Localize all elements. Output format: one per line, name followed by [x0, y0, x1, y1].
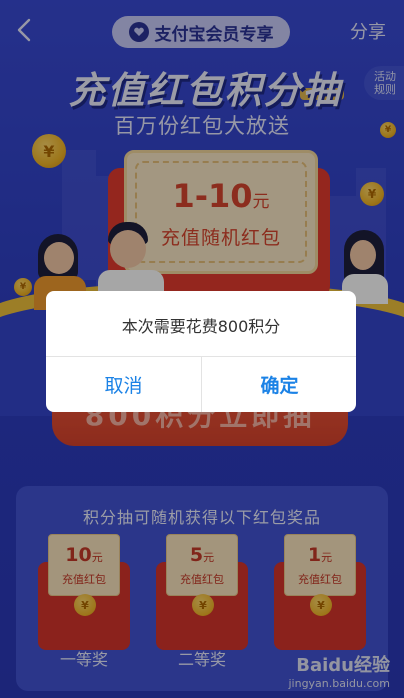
dialog-message: 本次需要花费800积分 [121, 317, 281, 336]
cancel-button[interactable]: 取消 [46, 357, 201, 412]
confirm-button[interactable]: 确定 [202, 357, 356, 412]
confirm-dialog: 本次需要花费800积分 取消 确定 [46, 291, 356, 412]
page: ¥ ¥ ¥ ¥ 支付宝会员专享 分享 充值红包积分抽 活动规则 百万份红包大放送… [0, 0, 404, 698]
